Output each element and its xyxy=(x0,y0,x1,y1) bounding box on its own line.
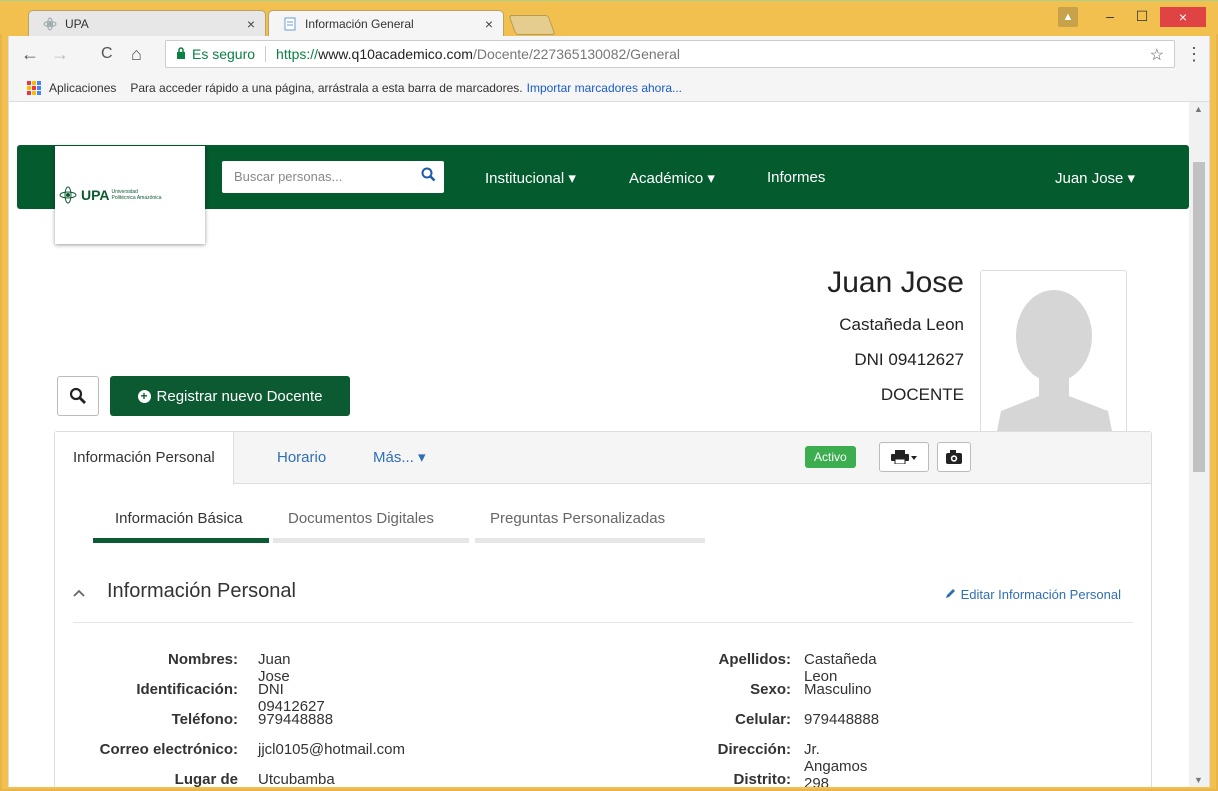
subtab-preguntas-personalizadas[interactable]: Preguntas Personalizadas xyxy=(490,510,665,527)
magnifier-icon xyxy=(69,387,86,404)
apps-shortcut[interactable]: Aplicaciones xyxy=(49,81,116,95)
tab-title: Información General xyxy=(305,17,414,31)
forward-arrow-icon[interactable]: → xyxy=(51,44,69,65)
reload-icon[interactable]: C xyxy=(101,45,113,63)
profile-role: DOCENTE xyxy=(880,385,964,404)
scroll-thumb[interactable] xyxy=(1193,162,1205,472)
import-bookmarks-link[interactable]: Importar marcadores ahora... xyxy=(527,81,682,95)
bookmarks-hint: Para acceder rápido a una página, arrást… xyxy=(130,80,523,95)
nav-academico[interactable]: Académico ▾ xyxy=(629,169,715,187)
browser-menu-icon[interactable]: ⋮ xyxy=(1185,44,1203,65)
tab-title: UPA xyxy=(65,17,89,31)
field-label: Identificación: xyxy=(136,681,238,698)
scroll-up-arrow-icon[interactable]: ▲ xyxy=(1194,104,1203,114)
lock-icon xyxy=(176,46,186,62)
browser-toolbar: ← → C ⌂ Es seguro https:// www.q10academ… xyxy=(8,36,1210,74)
tab-mas[interactable]: Más... ▾ xyxy=(373,432,426,484)
close-tab-icon[interactable]: × xyxy=(247,16,255,32)
register-label: Registrar nuevo Docente xyxy=(156,387,323,405)
title-bar: UPA × Información General × ▲ – ☐ × xyxy=(0,0,1218,37)
separator xyxy=(265,46,267,62)
browser-tab-info-general[interactable]: Información General × xyxy=(268,10,504,37)
upa-favicon-icon xyxy=(43,17,57,31)
url-path: /Docente/227365130082/General xyxy=(472,46,680,62)
logo-subtitle: Universidad Politécnica Amazónica xyxy=(111,189,162,201)
profile-first-name: Juan Jose xyxy=(827,266,964,299)
profile-last-name: Castañeda Leon xyxy=(839,315,964,334)
search-icon[interactable] xyxy=(421,167,436,186)
panel-tabs: Información Personal Horario Más... ▾ Ac… xyxy=(55,432,1151,485)
field-value: jjcl0105@hotmail.com xyxy=(258,741,405,758)
url-host: www.q10academico.com xyxy=(318,46,473,62)
field-value: Jr. Angamos 298 xyxy=(804,741,868,787)
print-dropdown-button[interactable] xyxy=(879,442,929,472)
url-protocol: https:// xyxy=(276,46,319,62)
register-docente-button[interactable]: + Registrar nuevo Docente xyxy=(110,376,350,416)
browser-tab-upa[interactable]: UPA × xyxy=(28,10,266,37)
address-bar[interactable]: Es seguro https:// www.q10academico.com … xyxy=(165,40,1175,68)
bookmark-star-icon[interactable]: ☆ xyxy=(1150,45,1164,65)
user-profile-icon[interactable]: ▲ xyxy=(1058,7,1078,27)
nav-informes[interactable]: Informes xyxy=(767,169,825,186)
camera-icon xyxy=(946,450,962,464)
field-value: Utcubamba xyxy=(258,771,335,787)
logo-text: UPA xyxy=(81,187,110,203)
atom-logo-icon xyxy=(59,186,77,204)
field-label: Celular: xyxy=(735,711,791,728)
document-favicon-icon xyxy=(283,17,297,31)
camera-button[interactable] xyxy=(937,442,971,472)
page-viewport: UPA Universidad Politécnica Amazónica Bus… xyxy=(8,102,1210,787)
scroll-down-arrow-icon[interactable]: ▼ xyxy=(1194,775,1203,785)
new-tab-button[interactable] xyxy=(508,15,556,35)
back-arrow-icon[interactable]: ← xyxy=(21,44,39,65)
status-badge: Activo xyxy=(805,446,856,468)
bookmarks-bar: Aplicaciones Para acceder rápido a una p… xyxy=(8,74,1210,102)
plus-circle-icon: + xyxy=(137,389,151,403)
close-window-button[interactable]: × xyxy=(1160,7,1206,27)
search-persons-input[interactable]: Buscar personas... xyxy=(222,161,444,193)
field-label: Nombres: xyxy=(167,651,238,668)
close-tab-icon[interactable]: × xyxy=(485,16,493,32)
field-value: DNI 09412627 xyxy=(258,681,325,715)
field-value: Juan Jose xyxy=(258,651,291,685)
edit-personal-info-link[interactable]: Editar Información Personal xyxy=(945,587,1121,602)
subtab-active-underline xyxy=(93,538,269,543)
field-label: Dirección: xyxy=(717,741,791,758)
field-label: Teléfono: xyxy=(171,711,238,728)
printer-icon xyxy=(891,450,917,465)
secure-label: Es seguro xyxy=(192,46,256,62)
field-value: Masculino xyxy=(804,681,872,698)
field-label: Lugar de xyxy=(174,771,238,787)
maximize-button[interactable]: ☐ xyxy=(1130,7,1154,27)
site-logo[interactable]: UPA Universidad Politécnica Amazónica xyxy=(55,146,205,244)
nav-user-menu[interactable]: Juan Jose ▾ xyxy=(1055,169,1135,187)
field-label: Correo electrónico: xyxy=(99,741,238,758)
field-value: 979448888 xyxy=(804,711,880,728)
chevron-up-icon[interactable] xyxy=(73,585,85,600)
field-label: Apellidos: xyxy=(718,651,791,668)
info-panel: Información Personal Horario Más... ▾ Ac… xyxy=(54,431,1152,787)
subtab-informacion-basica[interactable]: Información Básica xyxy=(115,510,243,527)
nav-institucional[interactable]: Institucional ▾ xyxy=(485,169,576,187)
tab-horario[interactable]: Horario xyxy=(277,432,326,484)
field-value: Castañeda Leon xyxy=(804,651,877,685)
search-placeholder: Buscar personas... xyxy=(234,169,343,184)
search-docente-button[interactable] xyxy=(57,376,99,416)
apps-grid-icon[interactable] xyxy=(27,80,41,95)
field-label: Sexo: xyxy=(750,681,791,698)
subtab-documentos-digitales[interactable]: Documentos Digitales xyxy=(288,510,434,527)
field-label: Distrito: xyxy=(733,771,792,787)
divider xyxy=(73,622,1133,623)
pencil-icon xyxy=(945,589,955,598)
subtab-underline xyxy=(475,538,705,543)
field-value: 979448888 xyxy=(258,711,334,728)
page-scrollbar[interactable]: ▲ ▼ xyxy=(1189,102,1209,787)
section-title: Información Personal xyxy=(107,580,296,602)
profile-dni: DNI 09412627 xyxy=(854,350,964,369)
tab-informacion-personal[interactable]: Información Personal xyxy=(55,432,234,485)
minimize-button[interactable]: – xyxy=(1098,7,1122,27)
subtab-underline xyxy=(273,538,469,543)
home-icon[interactable]: ⌂ xyxy=(131,44,142,65)
